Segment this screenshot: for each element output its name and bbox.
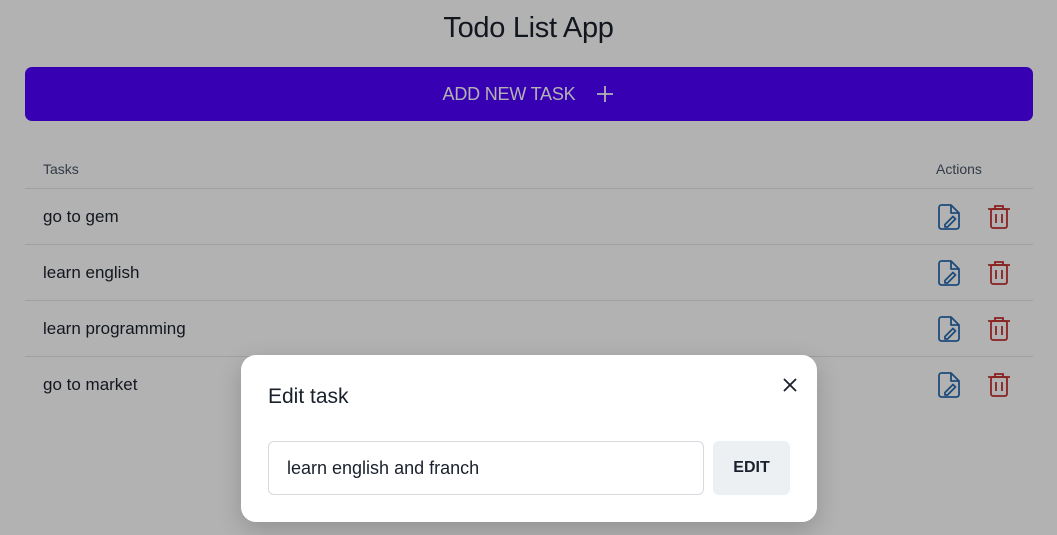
edit-task-modal: Edit task EDIT bbox=[241, 355, 817, 522]
edit-task-input[interactable] bbox=[268, 441, 704, 495]
edit-button[interactable]: EDIT bbox=[713, 441, 790, 495]
close-icon[interactable] bbox=[779, 374, 801, 396]
app-page: Todo List App ADD NEW TASK Tasks Actions… bbox=[0, 0, 1057, 535]
modal-title: Edit task bbox=[268, 385, 349, 408]
